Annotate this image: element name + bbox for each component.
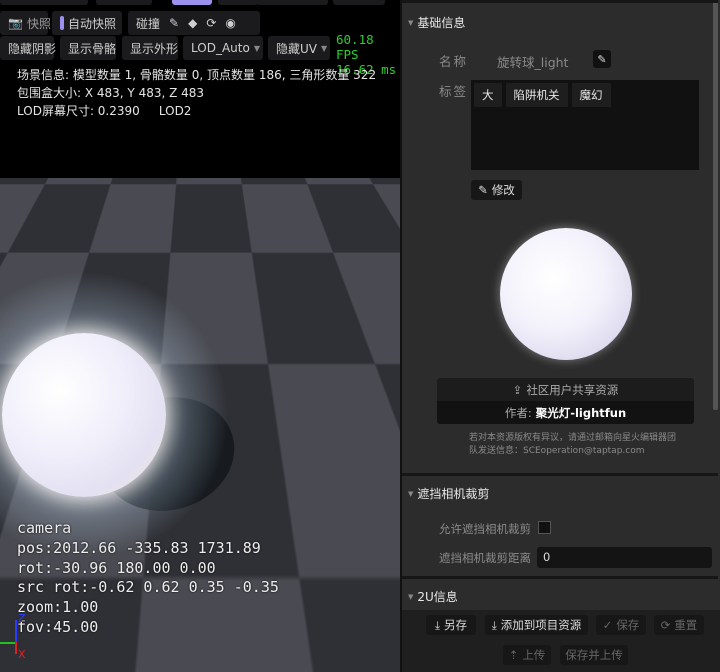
collapse-icon: ▼ bbox=[408, 18, 414, 27]
chevron-down-icon: ▼ bbox=[253, 43, 260, 53]
edit-name-button[interactable]: ✎ bbox=[593, 50, 611, 68]
name-value: 旋转球_light bbox=[497, 55, 569, 70]
community-share-button[interactable]: ⇪ 社区用户共享资源 bbox=[437, 378, 694, 401]
collision-tools[interactable]: 碰撞 ✎ ◆ ⟳ ◉ bbox=[128, 11, 260, 35]
allow-occlusion-checkbox[interactable] bbox=[538, 521, 551, 534]
download-icon: ⤓ bbox=[434, 617, 441, 632]
occlusion-distance-input[interactable]: 0 bbox=[537, 547, 712, 568]
collapse-icon: ▼ bbox=[408, 489, 414, 498]
pencil-icon[interactable]: ✎ bbox=[169, 16, 179, 30]
scrollbar[interactable] bbox=[713, 0, 718, 410]
reset-button[interactable]: ⟳ 重置 bbox=[654, 615, 704, 635]
save-button[interactable]: ✓ 保存 bbox=[596, 615, 646, 635]
auto-snapshot-toggle[interactable]: 自动快照 bbox=[52, 11, 122, 35]
lod-select[interactable]: LOD_Auto ▼ bbox=[183, 36, 263, 60]
toolbar-top-button[interactable] bbox=[256, 0, 328, 5]
3d-viewport[interactable]: 📷 快照 自动快照 碰撞 ✎ ◆ ⟳ ◉ 隐藏阴影 显示骨骼 显示外形 LOD_Auto ▼… bbox=[0, 0, 400, 672]
eye-icon[interactable]: ◉ bbox=[225, 16, 235, 30]
upload-icon: ⇪ bbox=[512, 382, 523, 397]
toolbar-top-group[interactable] bbox=[0, 0, 88, 5]
bounding-box-info: 包围盒大小: X 483, Y 483, Z 483 bbox=[17, 86, 205, 100]
show-skeleton-button[interactable]: 显示骨骼 bbox=[60, 36, 116, 60]
refresh-icon[interactable]: ⟳ bbox=[206, 16, 216, 30]
edit-icon: ✎ bbox=[597, 52, 607, 66]
upload-button[interactable]: ⇡ 上传 bbox=[503, 645, 551, 665]
author-row: 作者: 聚光灯-lightfun bbox=[437, 401, 694, 424]
save-as-button[interactable]: ⤓ 另存 bbox=[426, 615, 476, 635]
add-to-project-button[interactable]: ⤓ 添加到项目资源 bbox=[485, 615, 588, 635]
edit-icon: ✎ bbox=[478, 183, 488, 197]
scene-info: 场景信息: 模型数量 1, 骨骼数量 0, 顶点数量 186, 三角形数量 32… bbox=[17, 68, 377, 82]
chevron-down-icon: ▼ bbox=[321, 43, 328, 53]
toolbar-top-active-button[interactable] bbox=[172, 0, 212, 5]
camera-icon: 📷 bbox=[8, 16, 23, 30]
check-icon: ✓ bbox=[602, 618, 613, 632]
auto-snapshot-icon bbox=[60, 16, 64, 30]
camera-info: camera pos:2012.66 -335.83 1731.89 rot:-30… bbox=[17, 519, 279, 636]
section-basic-info-header[interactable]: ▼ 基础信息 bbox=[408, 14, 465, 31]
tags-label: 标签 bbox=[439, 84, 469, 99]
copyright-notice: 若对本资源版权有异议，请通过邮箱向星火编辑器团 队发送信息：SCEoperatio… bbox=[469, 433, 677, 456]
allow-occlusion-label: 允许遮挡相机裁剪 bbox=[439, 522, 531, 536]
toolbar-top-button[interactable] bbox=[96, 0, 152, 5]
hide-shadow-button[interactable]: 隐藏阴影 bbox=[0, 36, 56, 60]
toolbar-top-button[interactable] bbox=[218, 0, 258, 5]
author-name[interactable]: 聚光灯-lightfun bbox=[536, 405, 626, 421]
snapshot-button[interactable]: 📷 快照 bbox=[0, 11, 51, 35]
save-and-upload-button[interactable]: 保存并上传 bbox=[560, 645, 628, 665]
sphere-model[interactable] bbox=[2, 333, 166, 497]
properties-panel: ▼ 基础信息 名称 旋转球_light ✎ 标签 大陷阱机关 魔幻 ✎ 修改 ⇪ 社区用… bbox=[400, 0, 720, 672]
model-preview bbox=[500, 228, 632, 360]
download-icon: ⤓ bbox=[491, 617, 497, 632]
tag-chip[interactable]: 陷阱机关 bbox=[505, 83, 568, 107]
modify-tags-button[interactable]: ✎ 修改 bbox=[471, 180, 522, 200]
axis-gizmo: Z X bbox=[0, 612, 30, 664]
tags-box[interactable]: 大陷阱机关 魔幻 bbox=[471, 80, 699, 170]
name-label: 名称 bbox=[439, 54, 469, 69]
tag-chip[interactable]: 大 bbox=[474, 83, 502, 107]
upload-icon: ⇡ bbox=[508, 648, 519, 662]
lod-info: LOD屏幕尺寸: 0.2390 LOD2 bbox=[17, 104, 192, 118]
toolbar-top-button[interactable] bbox=[333, 0, 385, 5]
section-occlusion-header[interactable]: ▼ 遮挡相机裁剪 bbox=[408, 485, 489, 502]
eraser-icon[interactable]: ◆ bbox=[188, 16, 197, 30]
section-2u-info-header[interactable]: ▼ 2U信息 bbox=[408, 588, 458, 605]
show-shape-button[interactable]: 显示外形 bbox=[122, 36, 178, 60]
refresh-icon: ⟳ bbox=[660, 618, 671, 632]
tag-chip[interactable]: 魔幻 bbox=[571, 83, 611, 107]
collapse-icon: ▼ bbox=[408, 592, 414, 601]
hide-uv-select[interactable]: 隐藏UV ▼ bbox=[268, 36, 330, 60]
occlusion-distance-label: 遮挡相机裁剪距离 bbox=[439, 551, 531, 565]
